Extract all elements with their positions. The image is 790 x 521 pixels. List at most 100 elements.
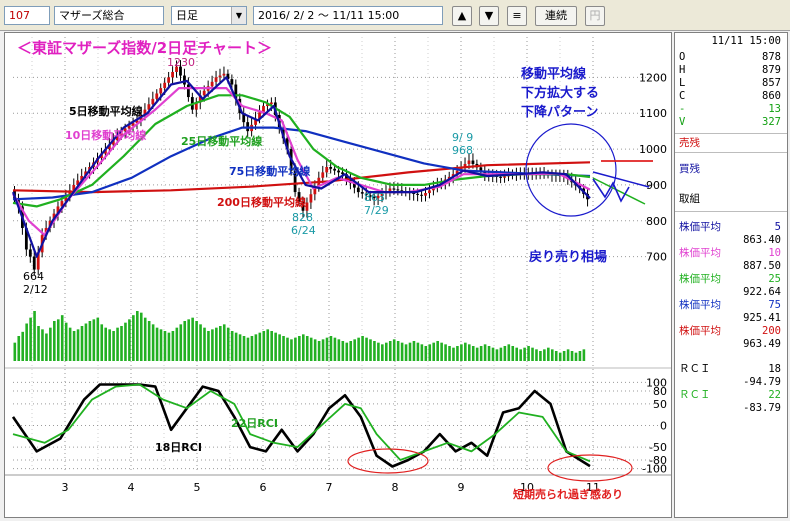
volume-bar-4 (29, 317, 32, 361)
volume-bar-114 (464, 342, 467, 361)
low2-value-label: 863 (364, 191, 385, 204)
volume-bar-30 (132, 315, 135, 361)
period-select[interactable]: 日足 ▼ (171, 6, 247, 25)
rci-18-value: -94.79 (679, 376, 781, 389)
candle-body-38 (163, 82, 167, 89)
ohlc-key: L (679, 77, 686, 89)
ma-label-text: 株価平均 (679, 221, 721, 233)
ohlc-key: - (679, 103, 686, 115)
volume-bar-112 (456, 346, 459, 361)
volume-bar-46 (195, 321, 198, 361)
ma-label-text: 株価平均 (679, 325, 721, 337)
volume-bar-62 (258, 332, 262, 361)
volume-bar-5 (33, 311, 36, 361)
volume-bar-115 (467, 344, 471, 361)
volume-bar-97 (396, 341, 400, 361)
volume-bar-59 (246, 337, 250, 361)
candle-body-75 (309, 194, 313, 203)
volume-bar-88 (361, 336, 364, 361)
ohlc-row-O: O 878 (679, 51, 781, 64)
volume-bar-101 (412, 341, 416, 361)
pattern-line1: 移動平均線 (521, 66, 587, 82)
volume-bar-126 (511, 346, 515, 361)
volume-bar-74 (305, 336, 309, 361)
volume-bar-121 (491, 347, 495, 361)
candle-body-116 (471, 160, 475, 164)
month-tick-6: 6 (260, 481, 267, 494)
candle-body-87 (356, 187, 360, 193)
volume-bar-105 (428, 344, 432, 361)
volume-bar-2 (21, 331, 25, 361)
ohlc-row-L: L 857 (679, 77, 781, 90)
price-tick-700: 700 (646, 251, 667, 264)
candle-body-5 (32, 256, 36, 270)
menu-button[interactable]: ≡ (507, 6, 527, 26)
volume-bar-16 (76, 329, 80, 361)
yen-button[interactable]: 円 (585, 6, 605, 26)
volume-bar-140 (566, 349, 570, 361)
rci18-annotation: 18日RCI (155, 441, 202, 454)
candle-body-35 (151, 98, 155, 105)
arrow-down-button[interactable]: ▼ (479, 6, 499, 26)
volume-bar-65 (270, 331, 273, 361)
continuous-button[interactable]: 連続 (535, 6, 577, 26)
candle-body-52 (218, 75, 222, 78)
stock-code-field[interactable]: 107 (4, 6, 50, 25)
volume-bar-60 (250, 336, 254, 361)
volume-bar-86 (353, 339, 356, 361)
volume-bar-37 (159, 329, 163, 361)
volume-bar-91 (373, 341, 376, 361)
ma-label-text: 株価平均 (679, 273, 721, 285)
ohlc-key: C (679, 90, 686, 102)
price-tick-800: 800 (646, 215, 667, 228)
volume-bar-104 (424, 346, 428, 361)
candle-body-53 (222, 73, 226, 76)
arrow-up-button[interactable]: ▲ (452, 6, 472, 26)
volume-bar-92 (377, 342, 380, 361)
volume-bar-127 (515, 347, 519, 361)
low2-date-label: 7/29 (364, 204, 389, 217)
trough-value-label: 664 (23, 270, 44, 283)
volume-bar-44 (187, 319, 190, 361)
rci-label-text: ＲＣＩ (679, 389, 711, 401)
volume-bar-118 (479, 346, 483, 361)
ma-10-value: 887.50 (679, 260, 781, 273)
date-range-field[interactable]: 2016/ 2/ 2 ～ 11/11 15:00 (253, 6, 443, 25)
ma-value-text: 863.40 (743, 234, 781, 246)
ohlc-key: O (679, 51, 686, 63)
ma-label-text: 株価平均 (679, 299, 721, 311)
volume-bar-17 (80, 326, 84, 361)
candle-body-79 (325, 167, 329, 173)
volume-bar-43 (183, 321, 187, 361)
ma-5-value: 863.40 (679, 234, 781, 247)
ma-period: 25 (768, 273, 781, 285)
candle-body-104 (424, 193, 427, 196)
rci-tick-m100: -100 (642, 463, 667, 476)
volume-bar-14 (68, 327, 72, 361)
ma-value-text: 963.49 (743, 338, 781, 350)
price-tick-1000: 1000 (639, 143, 667, 156)
index-name-field[interactable]: マザーズ総合 (54, 6, 164, 25)
volume-bar-93 (381, 344, 384, 361)
volume-bar-109 (444, 344, 447, 361)
volume-bar-21 (96, 317, 100, 361)
volume-bar-20 (92, 319, 96, 361)
volume-bar-124 (503, 346, 507, 361)
ma10-annotation: 10日移動平均線 (65, 128, 146, 142)
ma-period: 10 (768, 247, 781, 259)
volume-bar-13 (64, 322, 68, 361)
volume-bar-139 (562, 351, 566, 361)
volume-bar-129 (523, 347, 526, 361)
month-tick-3: 3 (62, 481, 69, 494)
volume-bar-23 (104, 327, 107, 361)
oversold-circle-aug (347, 448, 429, 474)
volume-bar-90 (369, 339, 372, 361)
volume-bar-33 (143, 317, 147, 361)
volume-bar-28 (124, 322, 127, 361)
side-date: 11/11 15:00 (711, 35, 781, 47)
volume-bar-12 (60, 315, 64, 361)
trough-date-label: 2/12 (23, 283, 48, 296)
rci-tick-50: 50 (653, 398, 667, 411)
chevron-down-icon[interactable]: ▼ (231, 7, 246, 24)
volume-bar-130 (527, 346, 530, 361)
